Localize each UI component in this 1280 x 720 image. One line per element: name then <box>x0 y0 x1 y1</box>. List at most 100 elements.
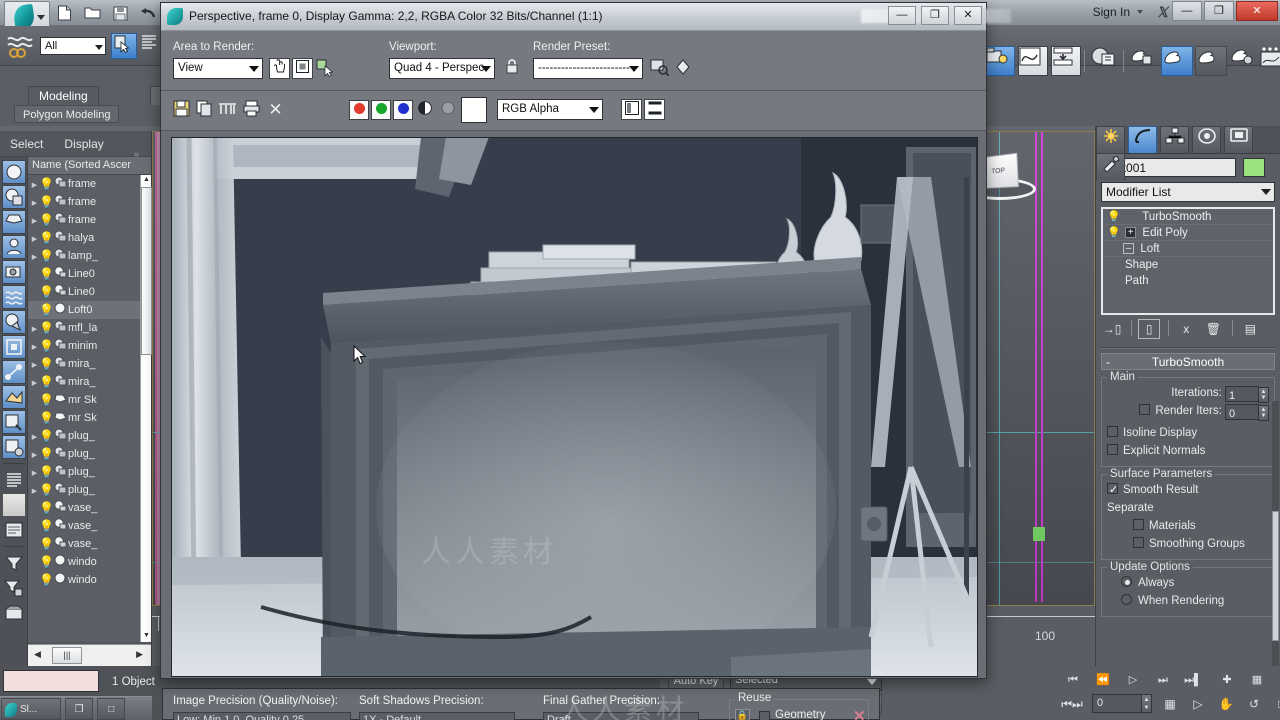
scrollbar-thumb[interactable] <box>1272 511 1279 641</box>
display-bones-icon[interactable] <box>2 360 26 384</box>
material-editor-icon[interactable] <box>1161 46 1193 76</box>
render-frame-window-icon[interactable] <box>1259 46 1280 76</box>
make-unique-icon[interactable]: x <box>1175 320 1197 340</box>
display-alpha-channel-button[interactable] <box>414 100 435 121</box>
rendered-image-canvas[interactable]: 人人素材 <box>171 137 978 677</box>
explorer-row[interactable]: ▶ 💡 frame <box>28 211 140 229</box>
go-to-start-button[interactable]: ⏮ <box>1060 670 1086 691</box>
clone-image-icon[interactable] <box>194 100 215 121</box>
rfw-title-bar[interactable]: Perspective, frame 0, Display Gamma: 2,2… <box>161 3 1011 31</box>
material-map-browser-icon[interactable] <box>1195 46 1227 76</box>
explorer-row[interactable]: ▶ 💡 mira_ <box>28 373 140 391</box>
render-iters-field[interactable]: 0 <box>1225 404 1259 420</box>
clear-image-icon[interactable]: ✕ <box>265 100 286 121</box>
detail-view-icon[interactable] <box>2 518 26 542</box>
light-bulb-icon[interactable]: 💡 <box>39 535 54 553</box>
isoline-display-checkbox[interactable] <box>1107 426 1118 437</box>
create-tab[interactable] <box>1096 126 1125 153</box>
save-image-icon[interactable] <box>171 100 192 121</box>
snaps-toggle-icon[interactable] <box>6 34 34 60</box>
select-and-manipulate-button[interactable]: ☐ <box>1272 670 1280 691</box>
rfw-minimize-button[interactable]: — <box>887 6 916 25</box>
reuse-lock-icon[interactable]: 🔒 <box>735 709 750 720</box>
filter-settings-icon[interactable] <box>2 576 26 600</box>
explorer-row[interactable]: ▶ 💡 lamp_ <box>28 247 140 265</box>
explorer-row[interactable]: 💡 vase_ <box>28 517 140 535</box>
light-bulb-icon[interactable]: 💡 <box>39 409 54 427</box>
previous-frame-button[interactable]: ⏪ <box>1090 670 1116 691</box>
explorer-row[interactable]: ▶ 💡 minim <box>28 337 140 355</box>
zoom-extents-icon[interactable]: ▷ <box>1186 694 1210 715</box>
materials-checkbox[interactable] <box>1133 519 1144 530</box>
play-animation-button[interactable]: ▷ <box>1120 670 1146 691</box>
light-bulb-icon[interactable]: 💡 <box>39 427 54 445</box>
modify-tab[interactable] <box>1128 126 1158 153</box>
taskbar-minimize-button[interactable]: □ <box>97 698 126 720</box>
time-configuration-button[interactable]: ✚ <box>1214 670 1240 691</box>
light-bulb-icon[interactable]: 💡 <box>39 337 54 355</box>
scroll-down-icon[interactable]: ▼ <box>142 632 151 641</box>
explorer-rows-container[interactable]: ▶ 💡 frame ▶ 💡 frame ▶ 💡 frame ▶ 💡 halya ▶ 💡 lamp_ 💡 Line… <box>28 175 140 642</box>
channel-dropdown[interactable]: RGB Alpha <box>497 99 603 120</box>
minimize-button[interactable]: — <box>1171 1 1202 21</box>
auto-region-selected-icon[interactable] <box>292 58 313 79</box>
clear-icon[interactable]: ✕ <box>853 707 866 720</box>
exchange-app-store-icon[interactable]: 𝕏 <box>1157 4 1168 21</box>
light-bulb-icon[interactable]: 💡 <box>39 517 54 535</box>
taskbar-restore-button[interactable]: ❐ <box>65 698 94 720</box>
iterations-spinner[interactable]: ▲ ▼ <box>1258 387 1269 403</box>
render-setup-dialog[interactable]: Image Precision (Quality/Noise): Low: Mi… <box>162 688 880 720</box>
explorer-row[interactable]: 💡 windo <box>28 571 140 589</box>
taskbar-app-button[interactable]: Sl... <box>1 698 61 720</box>
modifier-stack[interactable]: 💡 TurboSmooth 💡 + Edit Poly – Loft Shape… <box>1101 207 1275 315</box>
show-end-result-icon[interactable]: ▯ <box>1138 319 1161 339</box>
blank-view-icon[interactable] <box>2 493 26 517</box>
new-file-button[interactable] <box>52 2 77 24</box>
remove-modifier-icon[interactable]: 🗑 <box>1202 320 1224 340</box>
explorer-row[interactable]: ▶ 💡 mfl_la <box>28 319 140 337</box>
lock-viewport-icon[interactable] <box>501 58 522 79</box>
geometry-checkbox[interactable] <box>759 711 770 720</box>
go-to-end-button[interactable]: ⏭▌ <box>1180 670 1206 691</box>
toggle-ui-overlay-icon[interactable] <box>621 99 642 120</box>
collapse-minus-icon[interactable]: – <box>1123 243 1135 254</box>
render-region-picker-icon[interactable] <box>315 58 336 79</box>
rfw-close-button[interactable]: ✕ <box>954 6 982 25</box>
explorer-row[interactable]: 💡 Line0 <box>28 265 140 283</box>
render-preset-dropdown[interactable]: ------------------------ <box>533 58 643 79</box>
display-cameras-icon[interactable] <box>2 260 26 284</box>
select-object-button[interactable] <box>111 33 137 59</box>
utilities-tab[interactable] <box>1096 153 1125 180</box>
configure-modifier-sets-icon[interactable]: ▤ <box>1239 320 1261 340</box>
image-precision-field[interactable]: Low: Min 1.0, Quality 0.25 <box>173 712 351 720</box>
scene-explorer-list[interactable]: Name (Sorted Ascer ▶ 💡 frame ▶ 💡 frame ▶ 💡 frame… <box>28 157 152 642</box>
display-space-warps-icon[interactable] <box>2 285 26 309</box>
key-mode-nav-button[interactable]: ⏮⏭ <box>1060 694 1084 715</box>
material-editor-compact-icon[interactable] <box>1129 46 1159 76</box>
render-iters-checkbox[interactable] <box>1139 404 1151 415</box>
display-particles-icon[interactable] <box>2 385 26 409</box>
explorer-row[interactable]: 💡 vase_ <box>28 535 140 553</box>
light-bulb-icon[interactable]: 💡 <box>39 175 54 193</box>
current-frame-spinner[interactable]: ▲ ▼ <box>1141 694 1152 713</box>
rendered-frame-window[interactable]: Perspective, frame 0, Display Gamma: 2,2… <box>160 2 1011 679</box>
light-bulb-icon[interactable]: 💡 <box>39 211 54 229</box>
modifier-stack-subitem[interactable]: Shape <box>1103 257 1273 273</box>
smooth-result-checkbox[interactable] <box>1107 481 1118 499</box>
key-mode-toggle-button[interactable]: ▦ <box>1244 670 1270 691</box>
area-to-render-dropdown[interactable]: View <box>173 58 263 79</box>
display-all-icon[interactable] <box>2 160 26 184</box>
layer-icon[interactable] <box>2 601 26 625</box>
hscrollbar-thumb[interactable]: ||| <box>52 647 82 664</box>
display-helpers-icon[interactable] <box>2 235 26 259</box>
hierarchy-tab[interactable] <box>1160 126 1190 153</box>
toggle-letterbox-icon[interactable] <box>644 99 665 120</box>
maximize-viewport-icon[interactable]: □ <box>1270 694 1280 715</box>
display-blue-channel-button[interactable] <box>393 100 413 120</box>
explorer-row[interactable]: ▶ 💡 frame <box>28 193 140 211</box>
modifier-stack-item[interactable]: 💡 TurboSmooth <box>1103 209 1273 225</box>
light-bulb-icon[interactable]: 💡 <box>39 499 54 517</box>
light-bulb-icon[interactable]: 💡 <box>39 445 54 463</box>
light-bulb-icon[interactable]: 💡 <box>39 229 54 247</box>
soft-shadows-field[interactable]: 1X - Default <box>359 712 515 720</box>
